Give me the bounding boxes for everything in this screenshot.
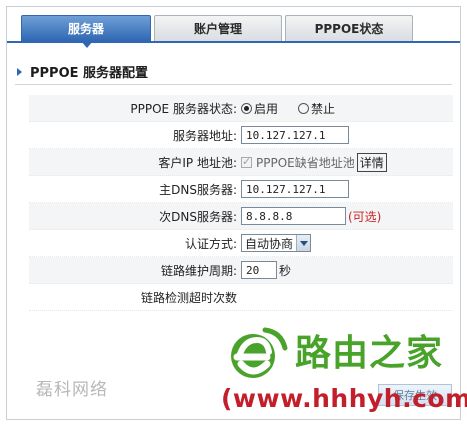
form-row-auth: 认证方式: 自动协商: [29, 230, 453, 257]
radio-disable[interactable]: 禁止: [298, 100, 335, 117]
details-button[interactable]: 详情: [356, 152, 387, 172]
leike-watermark: 磊科网络: [36, 380, 108, 400]
config-form: PPPOE 服务器状态: 启用 禁止 服务器地址: 10.127.127.1 客…: [29, 95, 453, 311]
active-tab-pointer-icon: [81, 41, 93, 48]
primary-dns-label: 主DNS服务器:: [159, 182, 237, 197]
secondary-dns-input[interactable]: 8.8.8.8: [241, 207, 346, 225]
form-row-server-address: 服务器地址: 10.127.127.1: [29, 122, 453, 149]
radio-unselected-icon[interactable]: [298, 102, 310, 114]
radio-selected-icon[interactable]: [241, 102, 252, 114]
server-address-label: 服务器地址:: [172, 128, 237, 143]
form-row-link-period: 链路维护周期: 20 秒: [29, 257, 453, 284]
tab-server[interactable]: 服务器: [21, 15, 151, 41]
tab-bar: 服务器 账户管理 PPPOE状态: [21, 15, 413, 41]
form-row-secondary-dns: 次DNS服务器: 8.8.8.8 (可选): [29, 203, 453, 230]
form-row-primary-dns: 主DNS服务器: 10.127.127.1: [29, 176, 453, 203]
optional-hint: (可选): [348, 209, 382, 224]
form-row-client-pool: 客户IP 地址池: PPPOE缺省地址池 详情: [29, 149, 453, 176]
triangle-right-icon: [17, 67, 22, 76]
auth-select[interactable]: 自动协商: [241, 234, 312, 252]
form-row-status: PPPOE 服务器状态: 启用 禁止: [29, 95, 453, 122]
auth-select-value: 自动协商: [245, 236, 294, 251]
server-address-input[interactable]: 10.127.127.1: [241, 126, 349, 144]
link-timeout-label: 链路检测超时次数: [140, 290, 237, 305]
section-header: PPPOE 服务器配置: [15, 59, 452, 85]
section-title: PPPOE 服务器配置: [30, 66, 149, 81]
brand-watermark: 路由之家: [295, 333, 444, 374]
status-label: PPPOE 服务器状态:: [130, 101, 237, 116]
tab-underline: [7, 41, 460, 43]
primary-dns-input[interactable]: 10.127.127.1: [241, 180, 349, 198]
url-watermark: (www.hhhyh.com): [221, 384, 467, 413]
e-logo-icon: [231, 327, 288, 378]
radio-disable-label: 禁止: [311, 101, 336, 116]
radio-enable[interactable]: 启用: [241, 100, 278, 117]
default-pool-checkbox[interactable]: [241, 155, 252, 168]
link-period-input[interactable]: 20: [241, 261, 277, 279]
client-pool-label: 客户IP 地址池:: [158, 155, 237, 170]
chevron-down-icon[interactable]: [296, 235, 311, 251]
tab-pppoe-status[interactable]: PPPOE状态: [285, 15, 413, 41]
tab-account-management[interactable]: 账户管理: [154, 15, 282, 41]
secondary-dns-label: 次DNS服务器:: [159, 209, 237, 224]
auth-label: 认证方式:: [184, 236, 237, 251]
default-pool-label: PPPOE缺省地址池: [256, 155, 355, 170]
link-period-unit: 秒: [279, 263, 292, 278]
link-period-label: 链路维护周期:: [160, 263, 237, 278]
radio-enable-label: 启用: [254, 101, 279, 116]
form-row-link-timeout: 链路检测超时次数: [29, 284, 453, 311]
